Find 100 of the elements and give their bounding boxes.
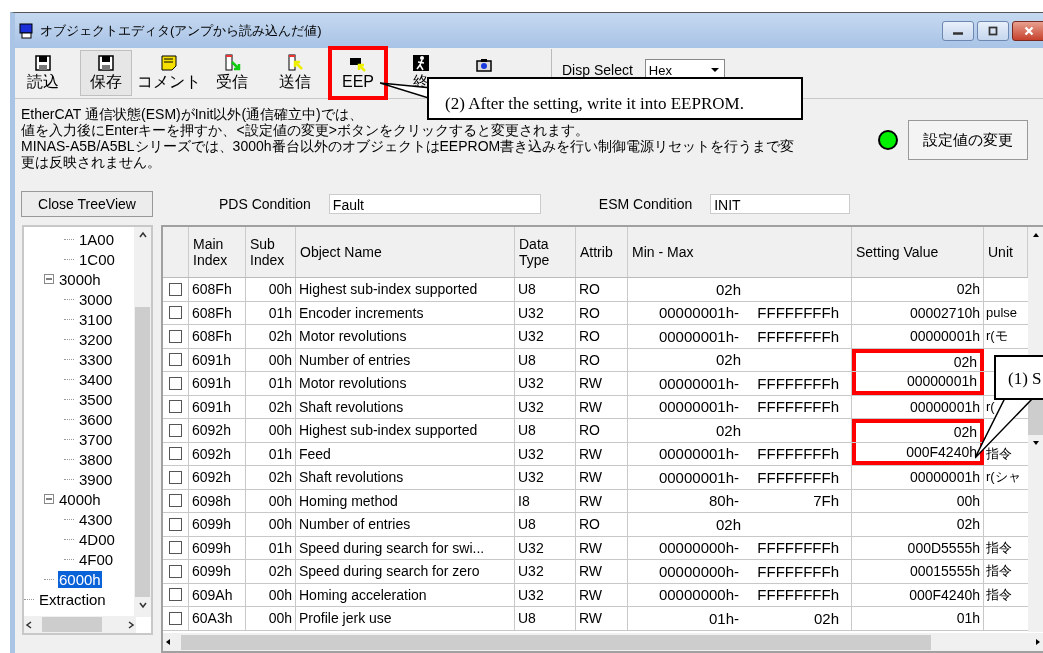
table-cell: U8 [515,348,576,371]
tree-item[interactable]: 4D00 [78,530,116,548]
scrollbar-thumb[interactable] [42,617,102,632]
tree-item[interactable]: 3900 [78,470,114,488]
setting-value-cell[interactable]: 00000001h [852,372,984,395]
table-cell: 6091h [189,395,246,418]
setting-value-cell[interactable]: 02h [852,419,984,442]
minimize-button[interactable] [942,20,974,41]
table-cell: 指令 [986,562,1012,581]
tree-item[interactable]: 4000h [58,490,102,508]
table-cell: Speed during search for swi... [296,536,515,559]
setting-value-cell[interactable]: 02h [852,278,984,301]
tree-horizontal-scrollbar[interactable] [24,616,136,633]
tree-item[interactable]: 3700 [78,430,114,448]
scrollbar-thumb[interactable] [135,307,150,597]
tree-item[interactable]: 3600 [78,410,114,428]
note-icon [160,53,178,72]
toolbar-button[interactable]: EEP [332,50,384,96]
setting-value-cell[interactable]: 00000001h [852,325,984,348]
row-checkbox[interactable] [169,494,182,508]
table-cell: Homing method [296,489,515,512]
tree-item[interactable]: 3000h [58,270,102,288]
close-treeview-button[interactable]: Close TreeView [21,191,153,217]
tree-item[interactable]: 1A00 [78,230,116,248]
range-value: 00000001h- [657,445,739,463]
collapse-icon[interactable] [44,274,54,284]
setting-value-cell[interactable]: 00000001h [852,395,984,418]
info-message-line: EtherCAT 通信状態(ESM)がInit以外(通信確立中)では、 [21,106,363,122]
tree-item[interactable]: 6000h [58,570,102,588]
row-checkbox[interactable] [169,376,182,390]
table-cell: RW [576,372,628,395]
collapse-icon[interactable] [44,494,54,504]
row-checkbox[interactable] [169,447,182,461]
info-message-line: 更は反映されません。 [21,154,161,170]
apply-setting-button[interactable]: 設定値の変更 [908,120,1028,160]
table-cell: U32 [515,583,576,606]
setting-value-cell[interactable]: 02h [852,348,984,371]
row-checkbox[interactable] [169,611,182,625]
tree-item[interactable]: 3200 [78,330,114,348]
row-checkbox[interactable] [169,470,182,484]
scroll-right-icon[interactable] [126,619,136,630]
app-icon [19,22,35,39]
setting-value-cell[interactable]: 02h [852,513,984,536]
toolbar-button[interactable]: 保存 [80,50,132,96]
tree-vertical-scrollbar[interactable] [134,227,151,617]
close-button[interactable] [1012,20,1043,41]
table-cell: 00h [246,583,296,606]
maximize-button[interactable] [977,20,1009,41]
disp-select-label: Disp Select [562,62,633,78]
tree-item[interactable]: Extraction [38,590,107,608]
toolbar-button[interactable]: 送信 [269,50,321,96]
table-cell: RW [576,395,628,418]
row-checkbox[interactable] [169,423,182,437]
row-checkbox[interactable] [169,306,182,320]
table-cell: r( [986,399,995,415]
range-value: FFFFFFFFh [756,445,839,463]
table-cell: Motor revolutions [296,325,515,348]
row-checkbox[interactable] [169,541,182,555]
row-checkbox[interactable] [169,517,182,531]
tree-item[interactable]: 3400 [78,370,114,388]
setting-value-cell[interactable]: 00002710h [852,301,984,324]
table-horizontal-scrollbar[interactable] [163,633,1043,651]
toolbar-button[interactable]: 読込 [17,50,69,96]
close-icon [1022,25,1036,36]
tree-item[interactable]: 3500 [78,390,114,408]
tree-item[interactable]: 3100 [78,310,114,328]
table-cell: 指令 [986,444,1012,463]
row-checkbox[interactable] [169,353,182,367]
row-checkbox[interactable] [169,588,182,602]
scroll-left-icon[interactable] [24,619,34,630]
table-cell: 指令 [986,585,1012,604]
setting-value-cell[interactable]: 000F4240h [852,583,984,606]
row-checkbox[interactable] [169,282,182,296]
table-cell: U8 [515,513,576,536]
table-cell: RW [576,489,628,512]
table-cell: 01h [246,301,296,324]
table-cell: 6099h [189,536,246,559]
setting-value-cell[interactable]: 000D5555h [852,536,984,559]
scroll-up-icon[interactable] [137,230,148,240]
tree-item[interactable]: 4F00 [78,550,115,568]
setting-value-cell[interactable]: 01h [852,607,984,630]
row-checkbox[interactable] [169,400,182,414]
setting-value-cell[interactable]: 00000001h [852,466,984,489]
tree-item[interactable]: 3800 [78,450,114,468]
row-checkbox[interactable] [169,329,182,343]
table-cell: Speed during search for zero [296,560,515,583]
range-value: 02h [812,609,839,627]
tree-item[interactable]: 3000 [78,290,114,308]
tree-item[interactable]: 4300 [78,510,114,528]
tree-item[interactable]: 3300 [78,350,114,368]
row-checkbox[interactable] [169,564,182,578]
table-cell: 608Fh [189,278,246,301]
scroll-down-icon[interactable] [137,600,148,610]
tree-item[interactable]: 1C00 [78,250,116,268]
scrollbar-thumb[interactable] [181,634,931,650]
table-cell: U32 [515,536,576,559]
setting-value-cell[interactable]: 00015555h [852,560,984,583]
setting-value-cell[interactable]: 00h [852,489,984,512]
table-cell: 00h [246,607,296,630]
toolbar-button[interactable]: 受信 [206,50,258,96]
